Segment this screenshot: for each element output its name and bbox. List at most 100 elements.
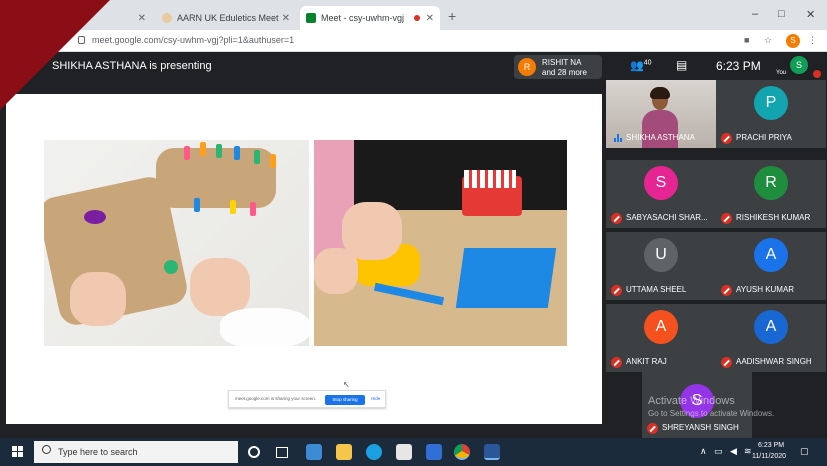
participant-tile[interactable]: S SABYASACHI SHAR... xyxy=(606,160,716,228)
clip-shape xyxy=(194,198,200,212)
hand-shape xyxy=(314,248,358,294)
participant-name: AADISHWAR SINGH xyxy=(736,357,812,366)
screen-root: ✕ AARN UK Eduletics Meet ✕ Meet - csy-uw… xyxy=(0,0,827,466)
meet-top-bar: SHIKHA ASTHANA is presenting R RISHIT NA… xyxy=(0,52,827,80)
close-tab-icon[interactable]: ✕ xyxy=(138,13,146,24)
new-tab-button[interactable]: + xyxy=(448,8,456,24)
presenter-chip-name: RISHIT NA xyxy=(542,58,582,67)
participant-tile[interactable]: R RISHIKESH KUMAR xyxy=(716,160,826,228)
browser-menu-icon[interactable]: ⋮ xyxy=(808,35,817,46)
mic-off-icon xyxy=(721,285,732,296)
tab-favicon-icon xyxy=(162,13,172,23)
bookmark-star-icon[interactable]: ☆ xyxy=(764,35,772,46)
tab-title: Meet - csy-uwhm-vgj xyxy=(321,13,405,23)
file-explorer-icon[interactable] xyxy=(336,444,352,460)
cortana-icon[interactable] xyxy=(248,446,260,458)
stop-sharing-button[interactable]: Stop sharing xyxy=(325,395,365,405)
activate-windows-watermark: Activate Windows xyxy=(648,395,735,407)
clip-shape xyxy=(200,142,206,156)
clothespin-board-photo xyxy=(44,140,309,346)
task-view-icon[interactable] xyxy=(276,447,288,458)
clothespin-basket-photo xyxy=(314,140,567,346)
profile-avatar[interactable]: S xyxy=(786,34,800,48)
url-text[interactable]: meet.google.com/csy-uwhm-vgj?pli=1&authu… xyxy=(92,35,294,45)
hide-share-bar-button[interactable]: Hide xyxy=(371,396,380,401)
close-tab-icon[interactable]: ✕ xyxy=(282,13,290,24)
presenter-chip-more: and 28 more xyxy=(542,68,587,77)
mic-off-icon xyxy=(611,285,622,296)
corner-decoration xyxy=(0,0,110,110)
clip-shape xyxy=(254,150,260,164)
self-label: You xyxy=(776,70,787,76)
mic-off-icon xyxy=(611,357,622,368)
tab-title: AARN UK Eduletics Meet xyxy=(177,13,279,23)
tray-chevron-icon[interactable]: ∧ xyxy=(700,446,707,457)
participant-tile[interactable]: P PRACHI PRIYA xyxy=(716,80,826,148)
participant-name: PRACHI PRIYA xyxy=(736,133,792,142)
participant-name: RISHIKESH KUMAR xyxy=(736,213,811,222)
search-icon xyxy=(42,445,51,454)
taskbar-search-box[interactable]: Type here to search xyxy=(34,441,238,463)
participant-tile[interactable]: U UTTAMA SHEEL xyxy=(606,232,716,300)
participant-name: SHIKHA ASTHANA xyxy=(626,133,695,142)
clip-shape xyxy=(164,260,178,274)
close-tab-icon[interactable]: ✕ xyxy=(426,13,434,24)
mic-off-icon xyxy=(813,70,821,78)
windows-taskbar: Type here to search ∧ ▭ ◀ ≋ 6:23 PM 11/1… xyxy=(0,438,827,466)
participant-name: UTTAMA SHEEL xyxy=(626,285,687,294)
self-avatar[interactable]: S xyxy=(790,56,808,74)
notification-icon[interactable]: ▢ xyxy=(800,446,809,457)
people-button[interactable]: 👥40 xyxy=(630,59,652,72)
wifi-icon[interactable]: ≋ xyxy=(744,446,752,457)
participant-tile[interactable]: A AYUSH KUMAR xyxy=(716,232,826,300)
media-app-icon[interactable] xyxy=(426,444,442,460)
browser-tab-2[interactable]: AARN UK Eduletics Meet ✕ xyxy=(156,6,296,30)
volume-icon[interactable]: ◀ xyxy=(730,446,737,457)
taskbar-time[interactable]: 6:23 PM xyxy=(758,442,784,449)
chrome-icon[interactable] xyxy=(454,444,470,460)
avatar: A xyxy=(644,310,678,344)
browser-tab-meet[interactable]: Meet - csy-uwhm-vgj ✕ xyxy=(300,6,440,30)
participant-tile-shikha[interactable]: SHIKHA ASTHANA xyxy=(606,80,716,148)
store-app-icon[interactable] xyxy=(396,444,412,460)
mic-off-icon xyxy=(721,357,732,368)
video-body-shape xyxy=(642,110,678,148)
windows-start-icon[interactable] xyxy=(12,446,24,458)
activate-windows-hint: Go to Settings to activate Windows. xyxy=(648,409,775,418)
chat-icon[interactable]: ▤ xyxy=(676,58,687,72)
word-app-icon[interactable] xyxy=(484,444,500,460)
participant-name: ANKIT RAJ xyxy=(626,357,667,366)
network-icon[interactable]: ▭ xyxy=(714,446,723,457)
sleeve-shape xyxy=(220,308,309,346)
recording-dot-icon xyxy=(413,15,420,21)
blue-basket-shape xyxy=(455,248,557,308)
mic-off-icon xyxy=(721,213,732,224)
participant-tile[interactable]: A ANKIT RAJ xyxy=(606,304,716,372)
participant-tile[interactable]: A AADISHWAR SINGH xyxy=(716,304,826,372)
avatar: R xyxy=(754,166,788,200)
presenter-chip[interactable]: R RISHIT NA and 28 more xyxy=(514,55,602,79)
people-count: 40 xyxy=(643,59,652,67)
mail-app-icon[interactable] xyxy=(306,444,322,460)
screen-share-bar: meet.google.com is sharing your screen. … xyxy=(228,390,386,408)
avatar: P xyxy=(754,86,788,120)
hand-shape xyxy=(70,272,126,326)
search-placeholder: Type here to search xyxy=(58,447,138,457)
mic-off-icon xyxy=(647,423,658,434)
edge-browser-icon[interactable] xyxy=(366,444,382,460)
avatar: R xyxy=(518,58,536,76)
people-icon: 👥 xyxy=(630,60,644,72)
clip-shape xyxy=(234,146,240,160)
maximize-button[interactable]: □ xyxy=(778,8,785,20)
taskbar-date[interactable]: 11/11/2020 xyxy=(752,453,786,460)
meeting-clock: 6:23 PM xyxy=(716,59,761,73)
minimize-button[interactable]: – xyxy=(752,8,758,20)
clip-shape xyxy=(250,202,256,216)
browser-tab-strip: ✕ AARN UK Eduletics Meet ✕ Meet - csy-uw… xyxy=(0,0,827,30)
address-bar[interactable]: meet.google.com/csy-uwhm-vgj?pli=1&authu… xyxy=(0,30,827,52)
window-close-button[interactable]: ✕ xyxy=(806,8,815,21)
participant-name: AYUSH KUMAR xyxy=(736,285,795,294)
hand-shape xyxy=(190,258,250,316)
clip-shape xyxy=(184,146,190,160)
camera-icon[interactable]: ■ xyxy=(744,35,749,45)
